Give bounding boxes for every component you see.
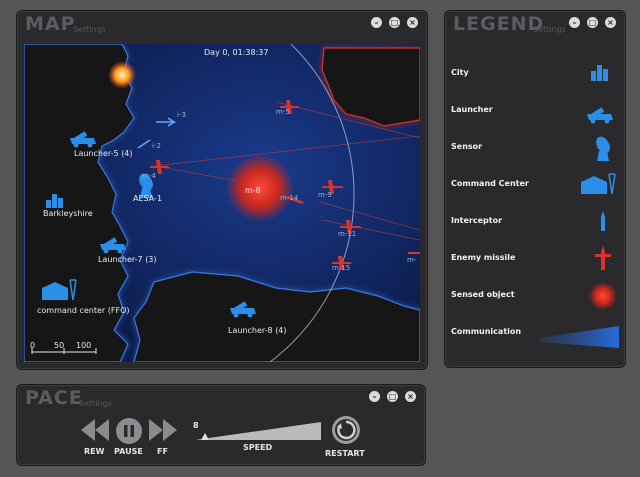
missile-label: m-14 bbox=[280, 194, 299, 202]
maximize-button[interactable]: □ bbox=[387, 391, 398, 402]
fast-forward-label: FF bbox=[157, 447, 168, 456]
scale-label-50: 50 bbox=[54, 341, 64, 350]
city-icon bbox=[591, 65, 608, 81]
unit-label: command center (FFO) bbox=[37, 306, 130, 315]
missile-label: m-5 bbox=[276, 108, 290, 116]
communication-icon bbox=[539, 326, 619, 348]
maximize-button[interactable]: □ bbox=[587, 17, 598, 28]
interceptor-label: i-3 bbox=[177, 111, 186, 119]
sensor-icon bbox=[596, 136, 610, 161]
explosion-marker bbox=[108, 61, 136, 89]
unit-label: Launcher-7 (3) bbox=[98, 255, 157, 264]
enemy-missile-icon[interactable] bbox=[408, 252, 420, 254]
command-center-icon bbox=[581, 173, 616, 195]
missile-label: m-15 bbox=[332, 264, 350, 272]
legend-item-sensor: Sensor bbox=[451, 133, 621, 163]
restart-label: RESTART bbox=[325, 449, 365, 458]
enemy-missile-icon bbox=[595, 246, 611, 270]
scale-label-100: 100 bbox=[76, 341, 91, 350]
scale-label-0: 0 bbox=[30, 341, 35, 350]
interceptor-icon bbox=[601, 211, 605, 231]
legend-item-interceptor: Interceptor bbox=[451, 207, 621, 237]
speed-slider-handle[interactable] bbox=[201, 433, 210, 440]
speed-label: SPEED bbox=[243, 443, 273, 452]
minimize-button[interactable]: – bbox=[371, 17, 382, 28]
map-view[interactable]: Day 0, 01:38:37 0 50 100 Launcher-5 (4) … bbox=[24, 44, 420, 362]
speed-slider[interactable] bbox=[195, 421, 321, 441]
minimize-button[interactable]: – bbox=[569, 17, 580, 28]
legend-panel: LEGEND Settings – □ × City Launcher Sens… bbox=[444, 10, 626, 368]
legend-item-launcher: Launcher bbox=[451, 96, 621, 126]
unit-label: Launcher-8 (4) bbox=[228, 326, 287, 335]
pace-panel: PACE Settings – □ × REW PAUSE FF 8 SPEED… bbox=[16, 384, 426, 466]
sensed-object-icon bbox=[589, 282, 617, 310]
rewind-button[interactable] bbox=[79, 417, 111, 443]
legend-item-city: City bbox=[451, 59, 621, 89]
missile-label: m-11 bbox=[338, 230, 356, 238]
legend-title: LEGEND bbox=[453, 13, 545, 35]
close-button[interactable]: × bbox=[405, 391, 416, 402]
launcher-icon bbox=[587, 107, 613, 124]
rewind-label: REW bbox=[84, 447, 105, 456]
minimize-button[interactable]: – bbox=[369, 391, 380, 402]
interceptor-label: i-2 bbox=[152, 142, 161, 150]
missile-label: m-8 bbox=[245, 186, 261, 195]
pace-title: PACE bbox=[25, 387, 83, 409]
map-clock: Day 0, 01:38:37 bbox=[204, 48, 268, 57]
legend-item-communication: Communication bbox=[451, 318, 621, 348]
fast-forward-button[interactable] bbox=[147, 417, 179, 443]
unit-label: AESA-1 bbox=[133, 194, 162, 203]
legend-item-sensed-object: Sensed object bbox=[451, 281, 621, 311]
pause-label: PAUSE bbox=[114, 447, 143, 456]
unit-label: Launcher-5 (4) bbox=[74, 149, 133, 158]
legend-item-enemy-missile: Enemy missile bbox=[451, 244, 621, 274]
missile-label: m- bbox=[407, 256, 417, 264]
legend-settings-link[interactable]: Settings bbox=[533, 25, 566, 34]
pause-button[interactable] bbox=[115, 417, 143, 445]
close-button[interactable]: × bbox=[407, 17, 418, 28]
close-button[interactable]: × bbox=[605, 17, 616, 28]
pace-settings-link[interactable]: Settings bbox=[79, 399, 112, 408]
missile-label: m-4 bbox=[142, 172, 156, 180]
restart-button[interactable] bbox=[331, 415, 361, 445]
speed-ramp bbox=[195, 422, 321, 440]
map-title: MAP bbox=[25, 13, 76, 35]
legend-item-command-center: Command Center bbox=[451, 170, 621, 200]
map-settings-link[interactable]: Settings bbox=[73, 25, 106, 34]
unit-label: Barkleyshire bbox=[43, 209, 93, 218]
maximize-button[interactable]: □ bbox=[389, 17, 400, 28]
missile-label: m-9 bbox=[318, 191, 332, 199]
